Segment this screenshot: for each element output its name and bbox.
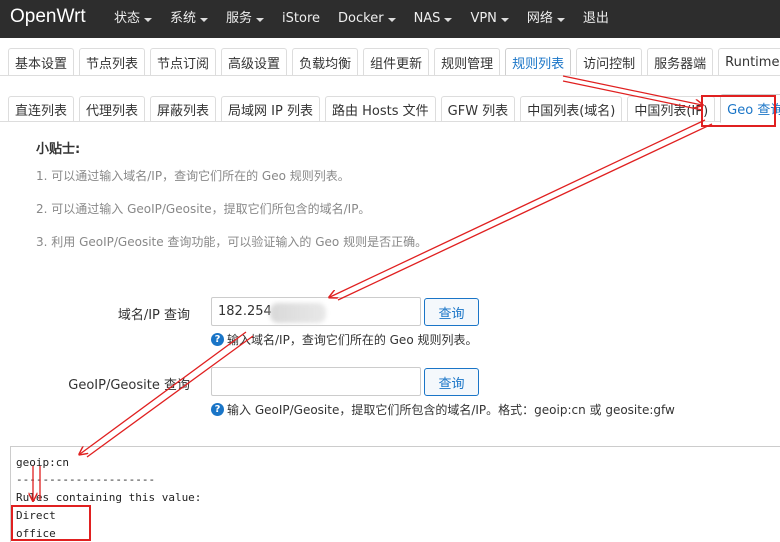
output-line: geoip:cn	[16, 456, 69, 469]
nav-item-docker[interactable]: Docker	[338, 0, 396, 38]
domain-help: ? 输入域名/IP，查询它们所在的 Geo 规则列表。	[211, 331, 477, 348]
domain-query-button[interactable]: 查询	[424, 298, 479, 326]
nav-item-vpn[interactable]: VPN	[470, 0, 509, 38]
nav-item-network[interactable]: 网络	[527, 0, 565, 38]
chevron-down-icon	[500, 18, 509, 22]
domain-query-label: 域名/IP 查询	[117, 308, 190, 323]
tab-load-balance[interactable]: 负载均衡	[292, 48, 359, 75]
tab-basic-settings[interactable]: 基本设置	[8, 48, 75, 75]
output-line: Rules containing this value:	[16, 491, 202, 504]
output-line: ---------------------	[16, 473, 156, 486]
redacted-mask	[270, 303, 326, 323]
subtab-china-domain[interactable]: 中国列表(域名)	[520, 96, 623, 121]
geo-help: ? 输入 GeoIP/Geosite，提取它们所包含的域名/IP。格式：geoi…	[211, 401, 675, 418]
subtab-route-hosts[interactable]: 路由 Hosts 文件	[325, 96, 436, 121]
chevron-down-icon	[387, 18, 396, 22]
chevron-down-icon	[200, 18, 209, 22]
tab-node-subscribe[interactable]: 节点订阅	[150, 48, 217, 75]
tab-rule-manage[interactable]: 规则管理	[434, 48, 501, 75]
top-navbar: OpenWrt 状态 系统 服务 iStore Docker NAS VPN 网…	[0, 0, 780, 38]
subtab-proxy-list[interactable]: 代理列表	[79, 96, 146, 121]
subtab-block-list[interactable]: 屏蔽列表	[150, 96, 217, 121]
tab-server[interactable]: 服务器端	[647, 48, 714, 75]
question-icon: ?	[211, 403, 224, 416]
tab-rule-list[interactable]: 规则列表	[505, 48, 572, 75]
tab-component-update[interactable]: 组件更新	[363, 48, 430, 75]
tip-line-1: 1. 可以通过输入域名/IP，查询它们所在的 Geo 规则列表。	[36, 169, 350, 183]
question-icon: ?	[211, 333, 224, 346]
annotation-arrow	[337, 123, 713, 301]
tab-access-control[interactable]: 访问控制	[576, 48, 643, 75]
subtab-geo-query[interactable]: Geo 查询	[720, 94, 780, 123]
brand-logo[interactable]: OpenWrt	[10, 6, 86, 28]
subtab-direct-list[interactable]: 直连列表	[8, 96, 75, 121]
output-line: office	[16, 527, 56, 540]
subtab-gfw-list[interactable]: GFW 列表	[440, 96, 516, 121]
tip-line-2: 2. 可以通过输入 GeoIP/Geosite，提取它们所包含的域名/IP。	[36, 202, 371, 216]
main-menu: 状态 系统 服务 iStore Docker NAS VPN 网络 退出	[114, 0, 627, 38]
chevron-down-icon	[556, 18, 565, 22]
main-tabs: 基本设置 节点列表 节点订阅 高级设置 负载均衡 组件更新 规则管理 规则列表 …	[0, 48, 780, 76]
tab-advanced-settings[interactable]: 高级设置	[221, 48, 288, 75]
tips-title: 小贴士:	[36, 142, 81, 157]
subtab-lan-ip-list[interactable]: 局域网 IP 列表	[221, 96, 320, 121]
subtab-china-ip[interactable]: 中国列表(IP)	[627, 96, 716, 121]
chevron-down-icon	[144, 18, 153, 22]
geo-query-label: GeoIP/Geosite 查询	[68, 378, 190, 393]
annotation-arrow	[86, 335, 254, 458]
chevron-down-icon	[444, 18, 453, 22]
sub-tabs: 直连列表 代理列表 屏蔽列表 局域网 IP 列表 路由 Hosts 文件 GFW…	[0, 94, 780, 123]
output-line: Direct	[16, 509, 56, 522]
tab-node-list[interactable]: 节点列表	[79, 48, 146, 75]
nav-item-system[interactable]: 系统	[170, 0, 209, 38]
nav-item-istore[interactable]: iStore	[282, 0, 320, 38]
chevron-down-icon	[256, 18, 265, 22]
annotation-arrow	[330, 119, 706, 297]
geo-query-input[interactable]	[211, 367, 421, 396]
nav-item-status[interactable]: 状态	[114, 0, 153, 38]
nav-item-nas[interactable]: NAS	[414, 0, 453, 38]
query-output: geoip:cn --------------------- Rules con…	[10, 446, 780, 542]
tip-line-3: 3. 利用 GeoIP/Geosite 查询功能，可以验证输入的 Geo 规则是…	[36, 235, 428, 249]
nav-item-logout[interactable]: 退出	[583, 0, 609, 38]
nav-item-services[interactable]: 服务	[226, 0, 265, 38]
geo-query-button[interactable]: 查询	[424, 368, 479, 396]
tab-runtime-log[interactable]: Runtime Lo	[718, 48, 780, 75]
